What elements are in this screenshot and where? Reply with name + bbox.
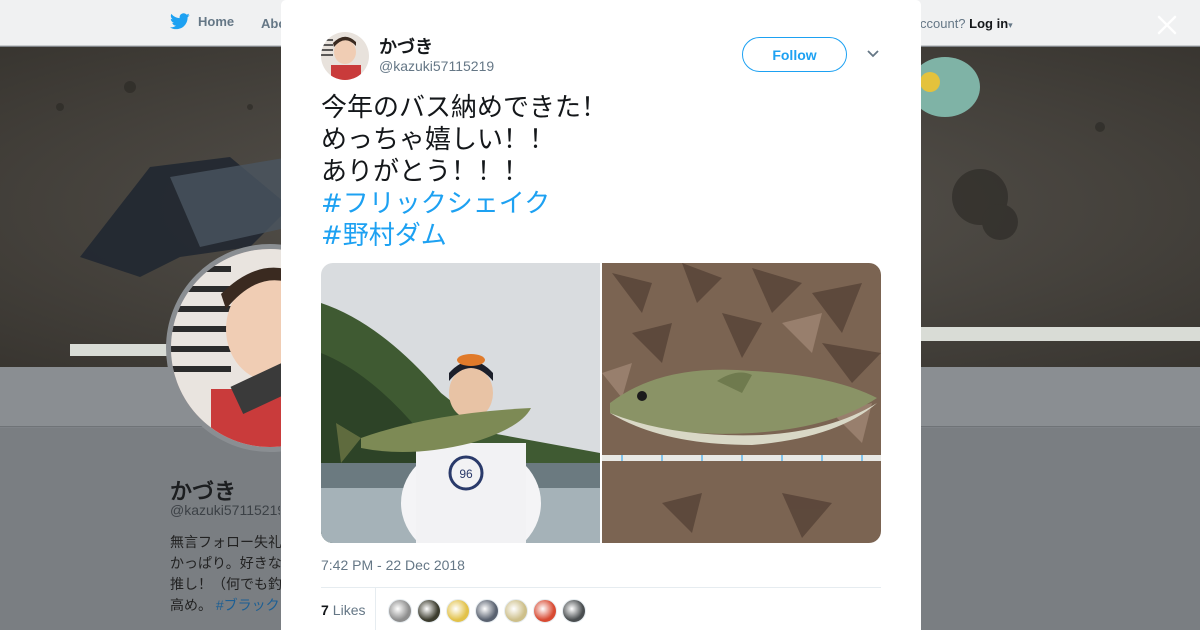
tweet-text-line: 今年のバス納めできた！ [321, 93, 608, 123]
chevron-down-icon [867, 50, 879, 58]
tweet-text-line: めっちゃ嬉しい！！ [321, 125, 556, 155]
close-icon [1157, 15, 1177, 35]
tweet-media: 96 [321, 263, 881, 543]
bio-line-text: 高め。 [170, 597, 212, 613]
tweet-photo-angler[interactable]: 96 [321, 263, 600, 543]
hashtag-link[interactable]: #フリックシェイク [321, 188, 881, 220]
bio-line: 推し！（何でも釣 [170, 576, 282, 592]
photo-angler-image: 96 [321, 263, 600, 543]
tweet-author-avatar[interactable] [321, 32, 369, 80]
stats-divider [321, 587, 881, 588]
author-avatar-image [321, 32, 369, 80]
likes-count[interactable]: 7 Likes [321, 602, 365, 618]
tweet-text-line: ありがとう！！！ [321, 157, 530, 187]
liker-avatar[interactable] [417, 599, 441, 623]
nav-home-link[interactable]: Home [170, 13, 234, 30]
login-label: Log in [969, 16, 1009, 31]
photo-fish-image [602, 263, 881, 543]
liker-avatar[interactable] [446, 599, 470, 623]
tweet-author-handle[interactable]: @kazuki57115219 [379, 58, 494, 74]
tweet-photo-fish[interactable] [602, 263, 881, 543]
login-prefix: ccount? [920, 16, 966, 31]
liker-avatars [388, 599, 586, 623]
liker-avatar[interactable] [533, 599, 557, 623]
tweet-options-button[interactable] [866, 47, 880, 61]
follow-button[interactable]: Follow [742, 37, 847, 72]
likes-label: Likes [332, 602, 366, 618]
profile-bio: 無言フォロー失礼 かっぱり。好きな 推し！（何でも釣 高め。 #ブラック [170, 532, 282, 622]
tweet-author-name[interactable]: かづき [379, 33, 433, 59]
svg-text:96: 96 [459, 467, 473, 481]
twitter-bird-icon [170, 13, 190, 30]
liker-avatar[interactable] [504, 599, 528, 623]
likes-number: 7 [321, 602, 329, 618]
caret-down-icon: ▾ [1008, 20, 1013, 30]
bio-line: 高め。 #ブラック [170, 595, 282, 616]
bio-line: 無言フォロー失礼 [170, 534, 282, 550]
tweet-timestamp[interactable]: 7:42 PM - 22 Dec 2018 [321, 557, 465, 573]
stats-vertical-divider [375, 588, 376, 630]
liker-avatar[interactable] [475, 599, 499, 623]
bio-line: かっぱり。好きな [170, 555, 282, 571]
login-link[interactable]: ccount? Log in▾ [920, 16, 1013, 31]
tweet-modal: かづき @kazuki57115219 Follow 今年のバス納めできた！ め… [281, 0, 921, 630]
close-button[interactable] [1152, 10, 1182, 40]
profile-handle[interactable]: @kazuki57115219 [170, 502, 280, 518]
liker-avatar[interactable] [388, 599, 412, 623]
tweet-text: 今年のバス納めできた！ めっちゃ嬉しい！！ ありがとう！！！ #フリックシェイク… [321, 92, 881, 252]
nav-home-label: Home [198, 14, 235, 29]
hashtag-link[interactable]: #野村ダム [321, 220, 881, 252]
liker-avatar[interactable] [562, 599, 586, 623]
bio-hashtag[interactable]: #ブラック [216, 597, 280, 613]
